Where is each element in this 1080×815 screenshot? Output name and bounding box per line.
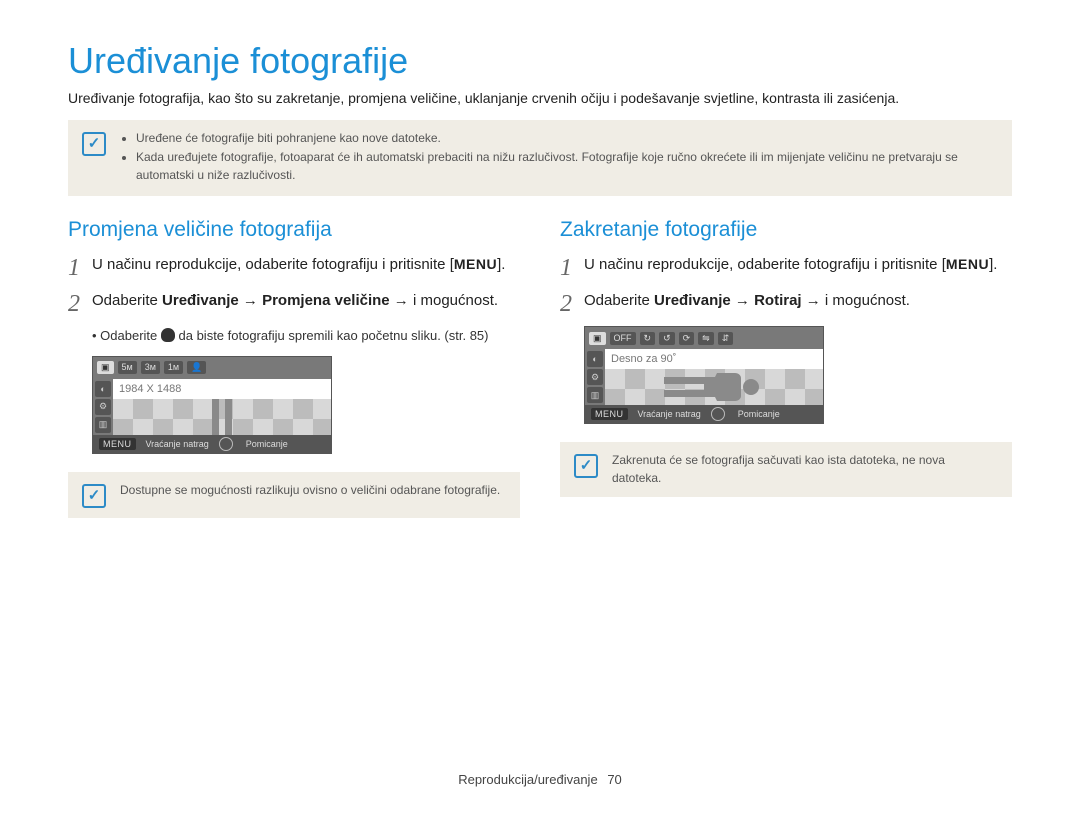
step-number: 1 (560, 256, 584, 280)
bullet-text: Odaberite (100, 328, 161, 343)
footer-section: Reprodukcija/uređivanje (458, 772, 597, 787)
size-chip: 5м (118, 361, 137, 374)
tool-icon: ⚙ (95, 399, 111, 415)
person-silhouette-icon (201, 399, 243, 435)
bracket: ]. (497, 256, 505, 273)
rotate-left-icon: ↺ (659, 332, 675, 345)
lcd-footer: MENU Vraćanje natrag Pomicanje (93, 435, 331, 453)
bracket: ]. (989, 256, 997, 273)
bullet-text: da biste fotografiju spremili kao početn… (179, 328, 489, 343)
startup-image-icon: 👤 (187, 361, 206, 374)
column-rotate: Zakretanje fotografije 1 U načinu reprod… (560, 218, 1012, 540)
note-item: Uređene će fotografije biti pohranjene k… (136, 130, 994, 147)
lcd-readout: Desno za 90˚ (605, 349, 823, 369)
tool-icon: ▥ (587, 387, 603, 403)
menu-path: Uređivanje → Promjena veličine → (162, 292, 409, 309)
flip-icon: ⇵ (718, 332, 734, 345)
lcd-canvas (113, 399, 331, 435)
page-footer: Reprodukcija/uređivanje 70 (0, 772, 1080, 787)
person-silhouette-rotated-icon (669, 369, 759, 405)
lcd-mode-icon: ▣ (589, 332, 606, 345)
section-heading: Promjena veličine fotografija (68, 218, 520, 242)
menu-button-icon: MENU (99, 438, 136, 450)
tool-icon: ◐ (587, 351, 603, 367)
sub-bullet: Odaberite da biste fotografiju spremili … (92, 326, 520, 346)
section-heading: Zakretanje fotografije (560, 218, 1012, 242)
step-text: → i mogućnost. (806, 292, 910, 309)
step-1: 1 U načinu reprodukcije, odaberite fotog… (68, 254, 520, 280)
lcd-mode-icon: ▣ (97, 361, 114, 374)
startup-image-icon (161, 328, 175, 342)
step-number: 2 (560, 292, 584, 316)
lcd-top-bar: ▣ OFF ↻ ↺ ⟳ ⇋ ⇵ (585, 327, 823, 349)
rotate-180-icon: ⟳ (679, 332, 695, 345)
footer-move-label: Pomicanje (738, 409, 780, 419)
step-text: Odaberite (92, 292, 162, 309)
step-2: 2 Odaberite Uređivanje → Rotiraj → i mog… (560, 290, 1012, 316)
page-title: Uređivanje fotografije (68, 40, 1012, 82)
lcd-mock-resize: ▣ 5м 3м 1м 👤 ◐ ⚙ ▥ 1984 X 1488 (92, 356, 332, 454)
step-number: 2 (68, 292, 92, 316)
note-text: Zakrenuta će se fotografija sačuvati kao… (612, 452, 994, 487)
lcd-readout: 1984 X 1488 (113, 379, 331, 399)
step-2: 2 Odaberite Uređivanje → Promjena veliči… (68, 290, 520, 316)
step-text: U načinu reprodukcije, odaberite fotogra… (584, 256, 942, 273)
tool-icon: ▥ (95, 417, 111, 433)
size-chip: 3м (141, 361, 160, 374)
column-resize: Promjena veličine fotografija 1 U načinu… (68, 218, 520, 540)
step-number: 1 (68, 256, 92, 280)
intro-text: Uređivanje fotografija, kao što su zakre… (68, 90, 1012, 106)
info-icon: ✓ (574, 454, 598, 478)
step-text: i mogućnost. (413, 292, 498, 309)
lcd-sidebar: ◐ ⚙ ▥ (93, 379, 113, 435)
step-text: Odaberite (584, 292, 654, 309)
lcd-canvas (605, 369, 823, 405)
lcd-footer: MENU Vraćanje natrag Pomicanje (585, 405, 823, 423)
flip-icon: ⇋ (698, 332, 714, 345)
menu-path: Uređivanje → Rotiraj (654, 292, 802, 309)
top-note: ✓ Uređene će fotografije biti pohranjene… (68, 120, 1012, 196)
menu-token: MENU (946, 256, 989, 272)
lcd-mock-rotate: ▣ OFF ↻ ↺ ⟳ ⇋ ⇵ ◐ ⚙ ▥ Desno za 90˚ (584, 326, 824, 424)
menu-button-icon: MENU (591, 408, 628, 420)
footer-move-label: Pomicanje (246, 439, 288, 449)
page-number: 70 (607, 772, 621, 787)
nav-pad-icon (711, 407, 725, 421)
info-icon: ✓ (82, 484, 106, 508)
nav-pad-icon (219, 437, 233, 451)
step-1: 1 U načinu reprodukcije, odaberite fotog… (560, 254, 1012, 280)
footer-back-label: Vraćanje natrag (638, 409, 701, 419)
step-text: U načinu reprodukcije, odaberite fotogra… (92, 256, 450, 273)
left-note: ✓ Dostupne se mogućnosti razlikuju ovisn… (68, 472, 520, 518)
menu-token: MENU (454, 256, 497, 272)
tool-icon: ⚙ (587, 369, 603, 385)
size-chip: 1м (164, 361, 183, 374)
tool-icon: ◐ (95, 381, 111, 397)
rotate-off-icon: OFF (610, 332, 636, 345)
lcd-top-bar: ▣ 5м 3м 1м 👤 (93, 357, 331, 379)
right-note: ✓ Zakrenuta će se fotografija sačuvati k… (560, 442, 1012, 497)
footer-back-label: Vraćanje natrag (146, 439, 209, 449)
rotate-right-icon: ↻ (640, 332, 656, 345)
note-text: Dostupne se mogućnosti razlikuju ovisno … (120, 482, 500, 499)
lcd-sidebar: ◐ ⚙ ▥ (585, 349, 605, 405)
info-icon: ✓ (82, 132, 106, 156)
note-item: Kada uređujete fotografije, fotoaparat ć… (136, 149, 994, 184)
